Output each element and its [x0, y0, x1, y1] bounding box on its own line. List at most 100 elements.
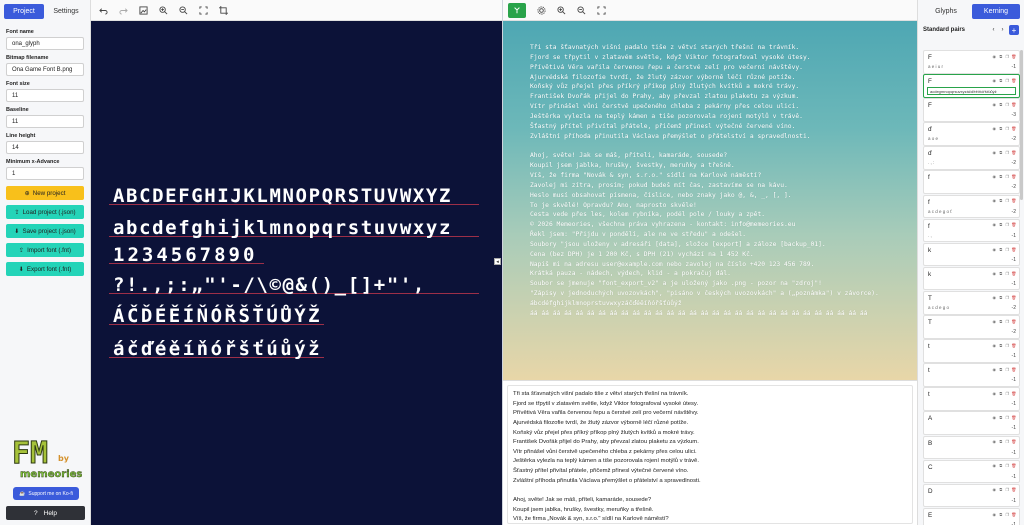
pair-right-glyphs-input[interactable]: acdegmnopqrsuvxyzáčďéěíňóřšťúůýž	[927, 87, 1016, 96]
kerning-pair[interactable]: C ◉ ⧉ ❐ 🗑 -1	[923, 459, 1020, 484]
tab-settings[interactable]: Settings	[46, 4, 86, 19]
pair-kerning-value[interactable]: -1	[1012, 377, 1016, 383]
kerning-pair[interactable]: T ◉ ⧉ ❐ 🗑 a c d e g o -2	[923, 290, 1020, 315]
duplicate-icon[interactable]: ❐	[1005, 391, 1010, 396]
delete-icon[interactable]: 🗑	[1011, 512, 1016, 517]
pair-kerning-value[interactable]: -1	[1012, 474, 1016, 480]
duplicate-icon[interactable]: ❐	[1005, 439, 1010, 444]
copy-icon[interactable]: ⧉	[999, 367, 1004, 372]
copy-icon[interactable]: ⧉	[999, 198, 1004, 203]
help-button[interactable]: ? Help	[6, 506, 85, 520]
kerning-pair[interactable]: t ◉ ⧉ ❐ 🗑 -1	[923, 339, 1020, 363]
zoom-out-icon[interactable]	[577, 5, 586, 15]
bitmap-filename-input[interactable]: Ona Game Font B.png	[6, 63, 84, 76]
delete-icon[interactable]: 🗑	[1011, 439, 1016, 444]
export-font-button[interactable]: ⬇ Export font (.fnt)	[6, 262, 84, 276]
duplicate-icon[interactable]: ❐	[1005, 367, 1010, 372]
image-icon[interactable]	[139, 5, 148, 15]
eye-icon[interactable]: ◉	[992, 54, 997, 59]
duplicate-icon[interactable]: ❐	[1005, 54, 1010, 59]
delete-icon[interactable]: 🗑	[1011, 487, 1016, 492]
duplicate-icon[interactable]: ❐	[1005, 343, 1010, 348]
copy-icon[interactable]: ⧉	[999, 102, 1004, 107]
eye-icon[interactable]: ◉	[992, 487, 997, 492]
eye-icon[interactable]: ◉	[992, 367, 997, 372]
zoom-out-icon[interactable]	[179, 5, 188, 15]
kerning-pair[interactable]: t ◉ ⧉ ❐ 🗑 -1	[923, 387, 1020, 411]
zoom-in-icon[interactable]	[159, 5, 168, 15]
delete-icon[interactable]: 🗑	[1011, 319, 1016, 324]
eye-icon[interactable]: ◉	[992, 174, 997, 179]
copy-icon[interactable]: ⧉	[999, 487, 1004, 492]
copy-icon[interactable]: ⧉	[999, 343, 1004, 348]
add-pair-button[interactable]: +	[1009, 25, 1019, 35]
duplicate-icon[interactable]: ❐	[1005, 247, 1010, 252]
delete-icon[interactable]: 🗑	[1011, 343, 1016, 348]
duplicate-icon[interactable]: ❐	[1005, 78, 1010, 83]
eye-icon[interactable]: ◉	[992, 295, 997, 300]
delete-icon[interactable]: 🗑	[1011, 198, 1016, 203]
collapse-left-icon[interactable]: ◂	[494, 258, 501, 265]
copy-icon[interactable]: ⧉	[999, 247, 1004, 252]
delete-icon[interactable]: 🗑	[1011, 271, 1016, 276]
copy-icon[interactable]: ⧉	[999, 319, 1004, 324]
copy-icon[interactable]: ⧉	[999, 54, 1004, 59]
pair-kerning-value[interactable]: -3	[1012, 112, 1016, 118]
copy-icon[interactable]: ⧉	[999, 463, 1004, 468]
fit-screen-icon[interactable]	[597, 5, 606, 15]
copy-icon[interactable]: ⧉	[999, 174, 1004, 179]
pair-kerning-value[interactable]: -2	[1012, 329, 1016, 335]
delete-icon[interactable]: 🗑	[1011, 102, 1016, 107]
duplicate-icon[interactable]: ❐	[1005, 295, 1010, 300]
delete-icon[interactable]: 🗑	[1011, 367, 1016, 372]
duplicate-icon[interactable]: ❐	[1005, 463, 1010, 468]
next-icon[interactable]: ›	[998, 26, 1007, 35]
copy-icon[interactable]: ⧉	[999, 78, 1004, 83]
eye-icon[interactable]: ◉	[992, 102, 997, 107]
pair-kerning-value[interactable]: -2	[1012, 184, 1016, 190]
duplicate-icon[interactable]: ❐	[1005, 102, 1010, 107]
duplicate-icon[interactable]: ❐	[1005, 174, 1010, 179]
copy-icon[interactable]: ⧉	[999, 415, 1004, 420]
eye-icon[interactable]: ◉	[992, 512, 997, 517]
delete-icon[interactable]: 🗑	[1011, 150, 1016, 155]
crop-icon[interactable]	[219, 5, 228, 15]
kerning-pair[interactable]: k ◉ ⧉ ❐ 🗑 -1	[923, 242, 1020, 267]
pair-kerning-value[interactable]: -2	[1012, 305, 1016, 311]
delete-icon[interactable]: 🗑	[1011, 174, 1016, 179]
pair-kerning-value[interactable]: -1	[1012, 353, 1016, 359]
eye-icon[interactable]: ◉	[992, 247, 997, 252]
save-project-button[interactable]: ⬇ Save project (.json)	[6, 224, 84, 238]
eye-icon[interactable]: ◉	[992, 391, 997, 396]
delete-icon[interactable]: 🗑	[1011, 415, 1016, 420]
copy-icon[interactable]: ⧉	[999, 295, 1004, 300]
pair-kerning-value[interactable]: -1	[1012, 425, 1016, 431]
zoom-in-icon[interactable]	[557, 5, 566, 15]
pair-kerning-value[interactable]: -1	[1012, 401, 1016, 407]
kerning-pair[interactable]: f ◉ ⧉ ❐ 🗑 . , -1	[923, 218, 1020, 243]
tab-kerning[interactable]: Kerning	[972, 4, 1020, 19]
kerning-pair[interactable]: B ◉ ⧉ ❐ 🗑 -1	[923, 435, 1020, 460]
duplicate-icon[interactable]: ❐	[1005, 487, 1010, 492]
copy-icon[interactable]: ⧉	[999, 126, 1004, 131]
duplicate-icon[interactable]: ❐	[1005, 512, 1010, 517]
eye-icon[interactable]: ◉	[992, 198, 997, 203]
eye-icon[interactable]: ◉	[992, 319, 997, 324]
duplicate-icon[interactable]: ❐	[1005, 126, 1010, 131]
duplicate-icon[interactable]: ❐	[1005, 222, 1010, 227]
kerning-pair[interactable]: ď ◉ ⧉ ❐ 🗑 . , : -2	[923, 146, 1020, 170]
pair-kerning-value[interactable]: -1	[1012, 498, 1016, 504]
pair-kerning-value[interactable]: -1	[1012, 450, 1016, 456]
kerning-pair[interactable]: t ◉ ⧉ ❐ 🗑 -1	[923, 363, 1020, 387]
glyph-canvas[interactable]: ABCDEFGHIJKLMNOPQRSTUVWXYZ abcdefghijklm…	[91, 21, 502, 525]
pair-kerning-value[interactable]: -1	[1012, 233, 1016, 239]
eye-icon[interactable]: ◉	[992, 463, 997, 468]
redo-icon[interactable]	[119, 6, 128, 15]
min-x-advance-input[interactable]: 1	[6, 167, 84, 180]
pair-kerning-value[interactable]: -1	[1012, 257, 1016, 263]
kerning-pair[interactable]: A ◉ ⧉ ❐ 🗑 -1	[923, 411, 1020, 435]
copy-icon[interactable]: ⧉	[999, 439, 1004, 444]
settings-icon[interactable]	[537, 5, 546, 15]
duplicate-icon[interactable]: ❐	[1005, 319, 1010, 324]
pair-kerning-value[interactable]: -2	[1012, 160, 1016, 166]
